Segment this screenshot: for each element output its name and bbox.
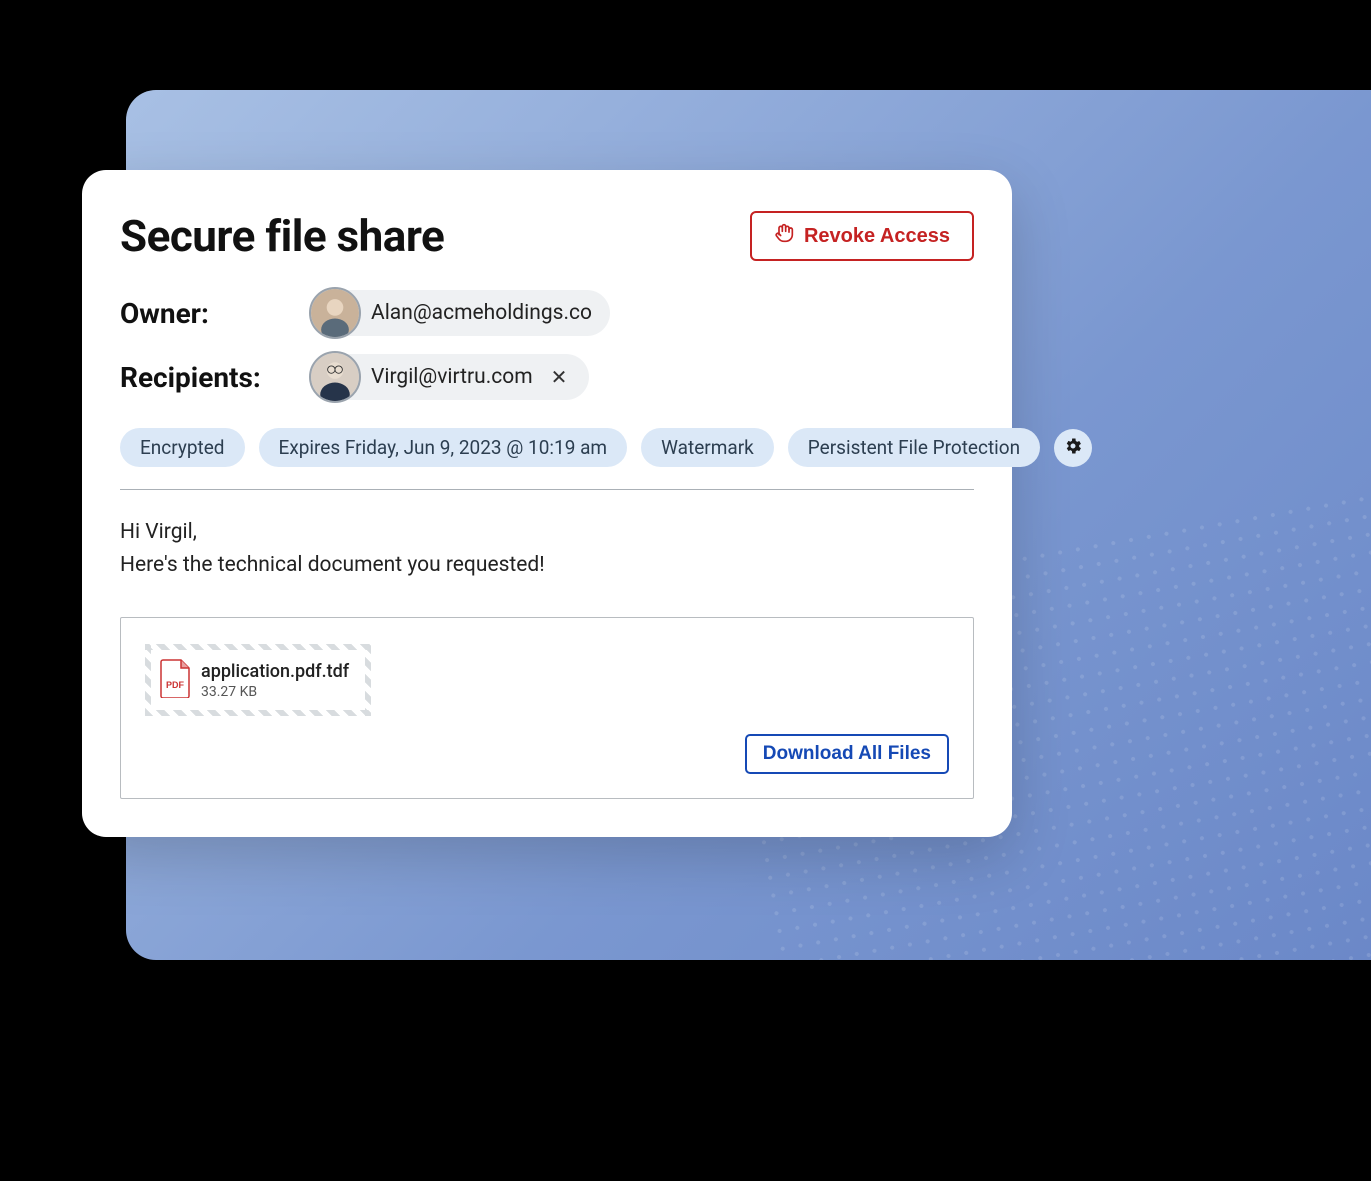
gear-icon (1063, 436, 1083, 460)
recipient-email: Virgil@virtru.com (371, 365, 533, 389)
message-line: Here's the technical document you reques… (120, 549, 974, 582)
revoke-access-button[interactable]: Revoke Access (750, 211, 974, 261)
download-all-button[interactable]: Download All Files (745, 734, 949, 774)
divider (120, 489, 974, 490)
message-body: Hi Virgil, Here's the technical document… (120, 516, 974, 581)
files-container: PDF application.pdf.tdf 33.27 KB Downloa… (120, 617, 974, 799)
svg-text:PDF: PDF (166, 680, 185, 690)
recipient-chip: Virgil@virtru.com ✕ (315, 354, 589, 400)
recipients-label: Recipients: (120, 361, 275, 394)
remove-recipient-button[interactable]: ✕ (547, 363, 572, 391)
tag-encrypted: Encrypted (120, 428, 245, 467)
tag-persistent-protection: Persistent File Protection (788, 428, 1040, 467)
owner-label: Owner: (120, 297, 275, 330)
hand-stop-icon (774, 223, 794, 249)
file-size: 33.27 KB (201, 684, 349, 700)
owner-chip: Alan@acmeholdings.co (315, 290, 610, 336)
recipient-avatar (309, 351, 361, 403)
secure-share-card: Secure file share Revoke Access Owner: A… (82, 170, 1012, 837)
file-meta: application.pdf.tdf 33.27 KB (201, 661, 349, 700)
message-line: Hi Virgil, (120, 516, 974, 549)
protection-tags-row: Encrypted Expires Friday, Jun 9, 2023 @ … (120, 428, 974, 467)
card-header: Secure file share Revoke Access (120, 210, 974, 262)
close-icon: ✕ (551, 365, 568, 389)
tag-watermark: Watermark (641, 428, 774, 467)
file-name: application.pdf.tdf (201, 661, 349, 682)
recipients-row: Recipients: Virgil@virtru.com ✕ (120, 354, 974, 400)
pdf-file-icon: PDF (159, 658, 191, 702)
revoke-access-label: Revoke Access (804, 225, 950, 248)
download-row: Download All Files (145, 734, 949, 774)
file-attachment[interactable]: PDF application.pdf.tdf 33.27 KB (145, 644, 371, 716)
owner-avatar (309, 287, 361, 339)
tag-expires: Expires Friday, Jun 9, 2023 @ 10:19 am (259, 428, 628, 467)
owner-row: Owner: Alan@acmeholdings.co (120, 290, 974, 336)
page-title: Secure file share (120, 210, 444, 262)
settings-button[interactable] (1054, 429, 1092, 467)
owner-email: Alan@acmeholdings.co (371, 301, 592, 325)
